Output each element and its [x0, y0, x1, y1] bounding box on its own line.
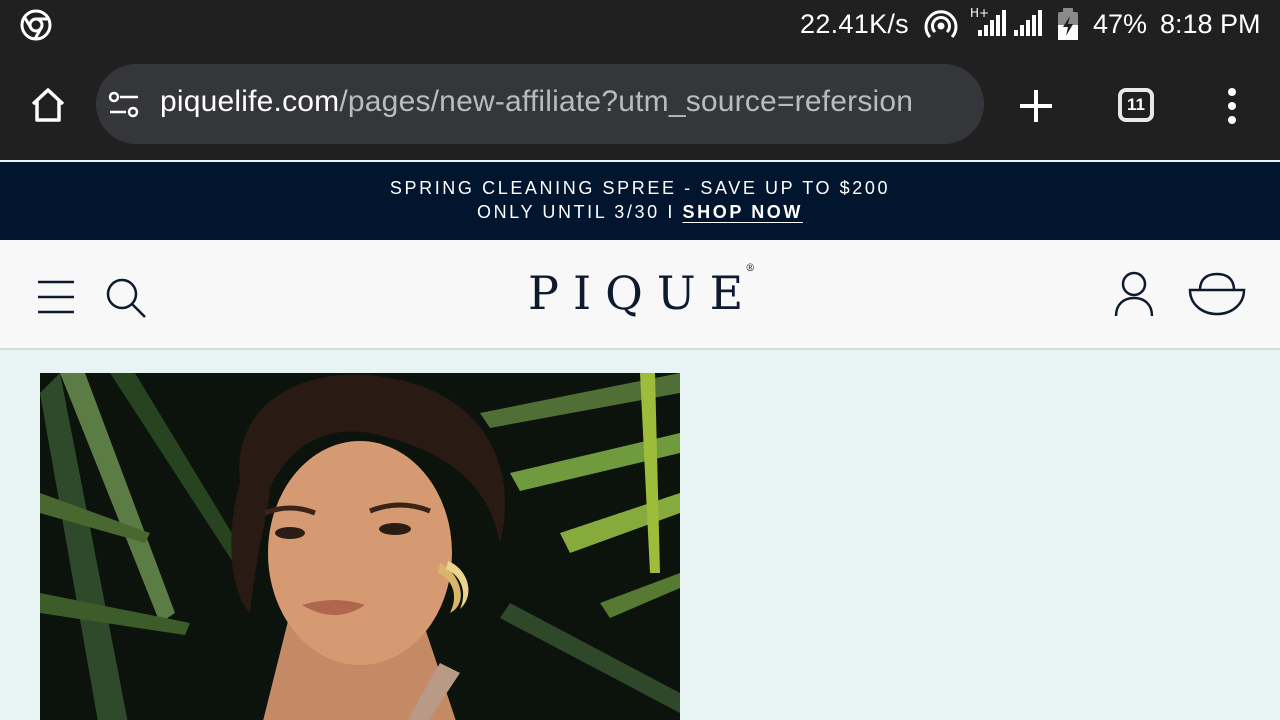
shop-now-link[interactable]: SHOP NOW: [683, 202, 803, 222]
url-path: /pages/new-affiliate?utm_source=refersio…: [339, 85, 914, 118]
account-icon[interactable]: [1112, 270, 1156, 318]
cart-icon[interactable]: [1186, 270, 1248, 318]
chrome-icon: [20, 9, 52, 41]
new-tab-button[interactable]: [1012, 84, 1060, 128]
battery-percentage: 47%: [1093, 9, 1148, 39]
home-button[interactable]: [22, 80, 74, 130]
url-domain: piquelife.com: [160, 85, 340, 118]
signal-icon: H+: [970, 6, 1042, 36]
battery-icon: [1058, 8, 1078, 40]
hotspot-icon: [924, 10, 958, 39]
network-type-label: H+: [970, 6, 989, 20]
plus-icon: [1020, 90, 1052, 122]
registered-mark: ®: [745, 262, 756, 274]
tab-switcher-button[interactable]: 11: [1118, 88, 1154, 122]
clock: 8:18 PM: [1160, 9, 1261, 39]
promo-headline: SPRING CLEANING SPREE - SAVE UP TO $200: [389, 178, 891, 198]
site-settings-icon[interactable]: [108, 90, 140, 120]
promo-subline: ONLY UNTIL 3/30 I SHOP NOW: [0, 202, 1280, 223]
site-header: PIQUE®: [0, 240, 1280, 350]
home-icon: [31, 88, 65, 122]
hero-image: [40, 373, 680, 720]
more-vert-icon[interactable]: [1214, 86, 1250, 126]
logo-text: PIQUE: [528, 266, 758, 320]
url-bar[interactable]: piquelife.com/pages/new-affiliate?utm_so…: [96, 64, 984, 144]
promo-banner: SPRING CLEANING SPREE - SAVE UP TO $200 …: [0, 162, 1280, 240]
url-text[interactable]: piquelife.com/pages/new-affiliate?utm_so…: [160, 85, 913, 119]
browser-toolbar: piquelife.com/pages/new-affiliate?utm_so…: [0, 50, 1280, 160]
tab-count: 11: [1127, 95, 1145, 114]
status-bar: 22.41K/s H+ 47% 8:18 PM: [0, 0, 1280, 50]
search-icon[interactable]: [104, 276, 148, 320]
web-page: SPRING CLEANING SPREE - SAVE UP TO $200 …: [0, 160, 1280, 720]
promo-deadline: ONLY UNTIL 3/30 I: [476, 202, 683, 222]
menu-icon[interactable]: [38, 280, 74, 314]
site-logo[interactable]: PIQUE®: [528, 262, 767, 320]
network-speed: 22.41K/s: [800, 9, 909, 39]
